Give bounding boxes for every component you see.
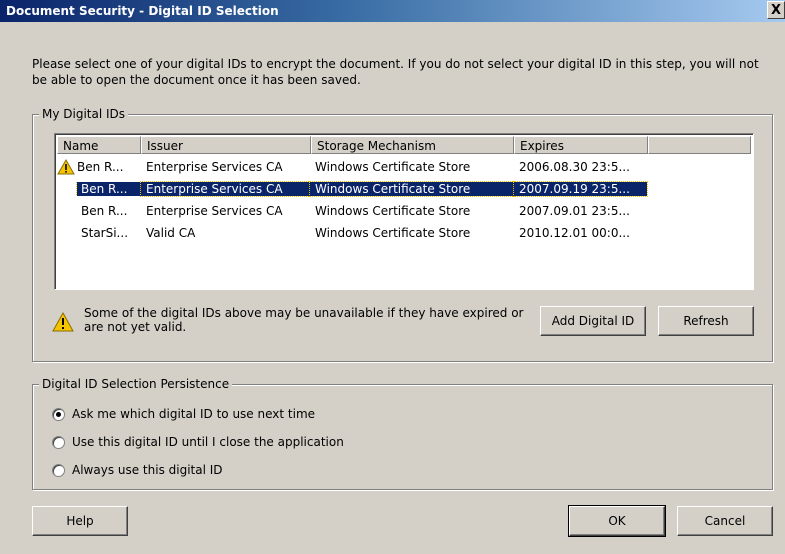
radio-button[interactable] [52,407,65,421]
expiry-warning: Some of the digital IDs above may be una… [52,306,532,340]
column-header-name[interactable]: Name [57,136,141,154]
row-name: Ben R... [76,182,141,196]
group-legend: Digital ID Selection Persistence [39,377,233,391]
row-name: Ben R... [77,160,124,174]
table-row-selected[interactable]: Ben R... Enterprise Services CA Windows … [57,178,751,200]
row-name: Ben R... [81,204,128,218]
refresh-button[interactable]: Refresh [658,306,754,336]
radio-button[interactable] [52,463,65,477]
group-legend: My Digital IDs [39,107,129,121]
add-digital-id-button[interactable]: Add Digital ID [540,306,646,336]
row-expires: 2010.12.01 00:0... [519,226,630,240]
row-issuer: Valid CA [146,226,196,240]
row-expires: 2007.09.01 23:5... [519,204,630,218]
row-expires: 2007.09.19 23:5... [513,181,648,197]
radio-label: Use this digital ID until I close the ap… [72,435,344,449]
table-row[interactable]: StarSi... Valid CA Windows Certificate S… [57,222,751,244]
radio-ask-next-time[interactable]: Ask me which digital ID to use next time [52,407,315,421]
column-header-expires[interactable]: Expires [514,136,648,154]
digital-id-list[interactable]: Name Issuer Storage Mechanism Expires Be… [54,133,754,290]
title-bar: Document Security - Digital ID Selection… [0,0,785,22]
warning-icon [52,311,76,336]
warning-icon [57,159,77,175]
column-header-storage[interactable]: Storage Mechanism [311,136,514,154]
list-rows: Ben R... Enterprise Services CA Windows … [57,156,751,244]
radio-label: Ask me which digital ID to use next time [72,407,316,421]
row-issuer: Enterprise Services CA [146,160,283,174]
row-name: StarSi... [81,226,129,240]
list-header: Name Issuer Storage Mechanism Expires [57,136,751,154]
table-row[interactable]: Ben R... Enterprise Services CA Windows … [57,156,751,178]
row-storage: Windows Certificate Store [315,204,471,218]
row-issuer: Enterprise Services CA [146,204,283,218]
window-title: Document Security - Digital ID Selection [6,4,279,18]
help-button[interactable]: Help [32,506,128,536]
radio-until-close[interactable]: Use this digital ID until I close the ap… [52,435,344,449]
radio-always-use[interactable]: Always use this digital ID [52,463,223,477]
row-storage: Windows Certificate Store [315,226,471,240]
row-storage: Windows Certificate Store [309,181,515,197]
table-row[interactable]: Ben R... Enterprise Services CA Windows … [57,200,751,222]
cancel-button[interactable]: Cancel [677,506,773,536]
warning-text: Some of the digital IDs above may be una… [84,306,524,334]
column-header-issuer[interactable]: Issuer [141,136,311,154]
row-issuer: Enterprise Services CA [140,181,311,197]
radio-button[interactable] [52,435,65,449]
row-expires: 2006.08.30 23:5... [519,160,630,174]
radio-label: Always use this digital ID [72,463,223,477]
close-icon[interactable]: X [767,1,785,19]
ok-button[interactable]: OK [568,505,666,537]
column-header-empty [648,136,751,154]
intro-text: Please select one of your digital IDs to… [32,57,759,87]
row-storage: Windows Certificate Store [315,160,471,174]
